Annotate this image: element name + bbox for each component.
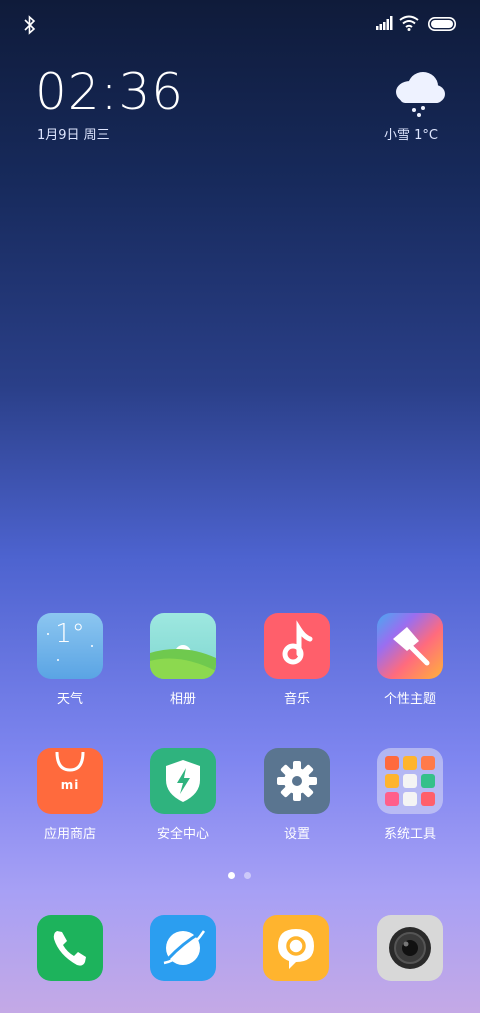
dock-browser[interactable]	[150, 915, 216, 981]
battery-icon	[428, 17, 456, 31]
page-dot-active[interactable]	[228, 872, 235, 879]
dock-camera[interactable]	[377, 915, 443, 981]
clock-date: 1月9日 周三	[37, 128, 110, 143]
browser-icon	[163, 930, 206, 965]
app-security[interactable]: 安全中心	[128, 748, 238, 842]
app-label: 音乐	[283, 692, 310, 707]
themes-icon	[377, 613, 443, 679]
app-settings[interactable]: 设置	[242, 748, 352, 842]
wifi-icon	[399, 15, 419, 31]
clock-time[interactable]: 02:36	[35, 62, 184, 122]
app-store-logo: mi	[60, 778, 80, 792]
app-label: 系统工具	[383, 827, 436, 842]
dock-phone[interactable]	[37, 915, 103, 981]
app-label: 设置	[283, 827, 310, 842]
music-icon	[264, 613, 330, 679]
weather-summary[interactable]: 小雪 1°C	[384, 124, 438, 143]
settings-icon	[264, 748, 330, 814]
app-weather[interactable]: 1° 天气	[15, 613, 125, 707]
app-label: 安全中心	[156, 827, 209, 842]
snow-cloud-icon[interactable]	[390, 68, 446, 118]
folder-icon	[377, 748, 443, 814]
signal-icon	[376, 16, 393, 30]
page-indicator	[228, 872, 252, 880]
status-bar	[0, 0, 480, 50]
app-label: 应用商店	[43, 827, 96, 842]
app-store-icon: mi	[37, 748, 103, 814]
camera-icon	[389, 927, 431, 969]
phone-icon	[53, 931, 86, 966]
app-label: 天气	[56, 692, 83, 707]
page-dot[interactable]	[244, 872, 251, 879]
app-music[interactable]: 音乐	[242, 613, 352, 707]
messages-icon	[278, 929, 314, 969]
gallery-icon	[150, 613, 216, 679]
bluetooth-icon	[24, 15, 36, 35]
app-gallery[interactable]: 相册	[128, 613, 238, 707]
app-themes[interactable]: 个性主题	[355, 613, 465, 707]
app-label: 相册	[169, 692, 196, 707]
app-label: 个性主题	[383, 692, 436, 707]
dock-messages[interactable]	[263, 915, 329, 981]
weather-icon: 1°	[37, 613, 103, 679]
security-icon	[150, 748, 216, 814]
app-store[interactable]: mi 应用商店	[15, 748, 125, 842]
app-system-tools-folder[interactable]: 系统工具	[355, 748, 465, 842]
